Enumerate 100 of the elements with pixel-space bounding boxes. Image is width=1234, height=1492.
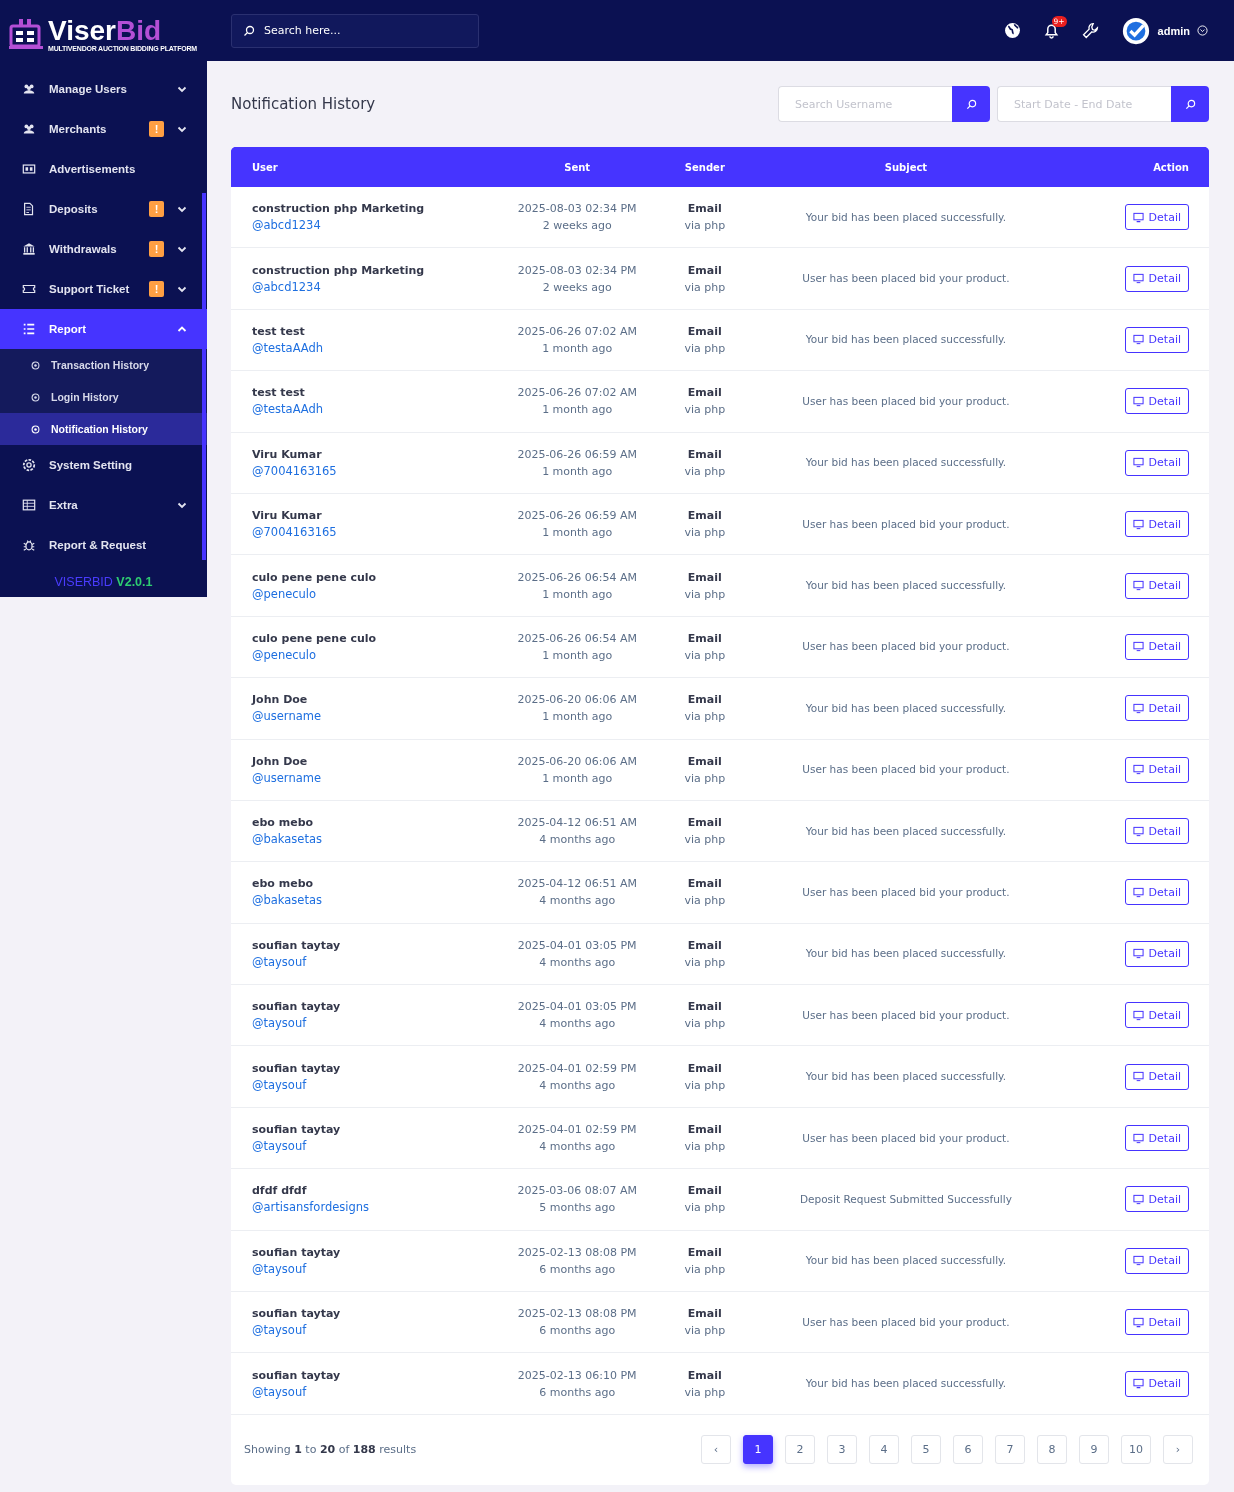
relative-time: 5 months ago	[538, 1200, 617, 1217]
detail-button[interactable]: Detail	[1124, 572, 1189, 599]
username-link[interactable]: @peneculo	[252, 585, 482, 603]
date-range-field[interactable]: Start Date - End Date	[997, 86, 1171, 122]
page-button[interactable]: 9	[1079, 1435, 1109, 1465]
submenu-item[interactable]: Transaction History	[0, 349, 207, 381]
username-link[interactable]: @taysouf	[252, 1322, 482, 1340]
username-link[interactable]: @taysouf	[252, 1076, 482, 1094]
detail-button[interactable]: Detail	[1124, 388, 1189, 415]
username-link[interactable]: @username	[252, 708, 482, 726]
username-link[interactable]: @artisansfordesigns	[252, 1199, 482, 1217]
alert-badge: !	[149, 201, 164, 217]
column-header: Action	[1074, 147, 1209, 187]
chevron-up-icon	[177, 324, 187, 334]
detail-button[interactable]: Detail	[1124, 204, 1189, 231]
detail-button[interactable]: Detail	[1124, 756, 1189, 783]
scrollbar-thumb[interactable]	[202, 193, 206, 560]
wrench-icon[interactable]	[1081, 22, 1099, 39]
detail-button[interactable]: Detail	[1124, 1247, 1189, 1274]
alert-badge: !	[149, 281, 164, 297]
relative-time: 6 months ago	[538, 1323, 617, 1340]
username-link[interactable]: @bakasetas	[252, 831, 482, 849]
detail-button[interactable]: Detail	[1124, 265, 1189, 292]
username-link[interactable]: @abcd1234	[252, 217, 482, 235]
page-button[interactable]: 3	[827, 1435, 857, 1465]
sidebar-item[interactable]: Extra	[0, 485, 207, 525]
page-button[interactable]: 6	[953, 1435, 983, 1465]
detail-button[interactable]: Detail	[1124, 695, 1189, 722]
sidebar-item[interactable]: Report & Request	[0, 525, 207, 565]
detail-button[interactable]: Detail	[1124, 1002, 1189, 1029]
detail-button[interactable]: Detail	[1124, 1370, 1189, 1397]
submenu-item[interactable]: Notification History	[0, 413, 207, 445]
subject-text: Your bid has been placed successfully.	[805, 824, 1007, 837]
sidebar-item[interactable]: Report	[0, 309, 207, 349]
page-button[interactable]: 1	[743, 1435, 773, 1465]
username-link[interactable]: @username	[252, 769, 482, 787]
detail-button[interactable]: Detail	[1124, 1125, 1189, 1152]
bank-icon	[22, 242, 36, 256]
subject-text: Your bid has been placed successfully.	[805, 701, 1007, 714]
username-link[interactable]: @testaAAdh	[252, 339, 482, 357]
username-link[interactable]: @7004163165	[252, 524, 482, 542]
username-link[interactable]: @taysouf	[252, 1138, 482, 1156]
sidebar-item[interactable]: Merchants !	[0, 109, 207, 149]
username-link[interactable]: @7004163165	[252, 462, 482, 480]
sender-via: via php	[683, 709, 727, 726]
column-header: User	[231, 147, 482, 187]
user-name: soufian taytay	[252, 1122, 342, 1139]
sidebar-item[interactable]: Deposits !	[0, 189, 207, 229]
username-link[interactable]: @testaAAdh	[252, 401, 482, 419]
page-button[interactable]: 5	[911, 1435, 941, 1465]
page-button[interactable]: 4	[869, 1435, 899, 1465]
monitor-icon	[1132, 1071, 1144, 1083]
username-link[interactable]: @bakasetas	[252, 892, 482, 910]
monitor-icon	[1132, 1193, 1144, 1205]
page-button[interactable]: 2	[785, 1435, 815, 1465]
search-field[interactable]: Search here...	[231, 13, 479, 48]
sent-date: 2025-02-13 06:10 PM	[516, 1367, 638, 1384]
detail-button[interactable]: Detail	[1124, 1186, 1189, 1213]
username-link[interactable]: @abcd1234	[252, 278, 482, 296]
page-button[interactable]: 10	[1121, 1435, 1151, 1465]
sidebar-item[interactable]: Withdrawals !	[0, 229, 207, 269]
detail-button[interactable]: Detail	[1124, 818, 1189, 845]
submenu-item[interactable]: Login History	[0, 381, 207, 413]
circle-dot-icon	[31, 360, 40, 370]
sidebar-item[interactable]: Support Ticket !	[0, 269, 207, 309]
detail-button[interactable]: Detail	[1124, 633, 1189, 660]
detail-button[interactable]: Detail	[1124, 940, 1189, 967]
user-menu[interactable]: admin	[1120, 15, 1208, 46]
detail-button[interactable]: Detail	[1124, 879, 1189, 906]
username-link[interactable]: @taysouf	[252, 953, 482, 971]
sidebar-item[interactable]: Manage Users	[0, 69, 207, 109]
detail-button[interactable]: Detail	[1124, 1063, 1189, 1090]
detail-button[interactable]: Detail	[1124, 326, 1189, 353]
page-button[interactable]: 7	[995, 1435, 1025, 1465]
detail-button[interactable]: Detail	[1124, 511, 1189, 538]
search-button[interactable]	[1171, 86, 1209, 122]
monitor-icon	[1132, 1316, 1144, 1328]
subject-text: Your bid has been placed successfully.	[805, 456, 1007, 469]
next-page-button[interactable]: ›	[1163, 1435, 1193, 1465]
username-link[interactable]: @peneculo	[252, 646, 482, 664]
detail-button[interactable]: Detail	[1124, 1309, 1189, 1336]
sender-via: via php	[683, 463, 727, 480]
username-link[interactable]: @taysouf	[252, 1260, 482, 1278]
sender-via: via php	[683, 893, 727, 910]
user-name: soufian taytay	[252, 1367, 342, 1384]
username-link[interactable]: @taysouf	[252, 1015, 482, 1033]
previous-page-button[interactable]: ‹	[701, 1435, 731, 1465]
sender-type: Email	[686, 1060, 723, 1077]
detail-button[interactable]: Detail	[1124, 449, 1189, 476]
bell-icon[interactable]	[1042, 22, 1060, 39]
page-button[interactable]: 8	[1037, 1435, 1067, 1465]
sender-via: via php	[683, 586, 727, 603]
globe-icon[interactable]	[1003, 22, 1021, 39]
username-link[interactable]: @taysouf	[252, 1383, 482, 1401]
sidebar-item[interactable]: System Setting	[0, 445, 207, 485]
search-icon	[1184, 98, 1196, 110]
sidebar-item[interactable]: Advertisements	[0, 149, 207, 189]
search-button[interactable]	[952, 86, 990, 122]
sent-date: 2025-04-12 06:51 AM	[516, 876, 639, 893]
username-search-field[interactable]: Search Username	[778, 86, 952, 122]
